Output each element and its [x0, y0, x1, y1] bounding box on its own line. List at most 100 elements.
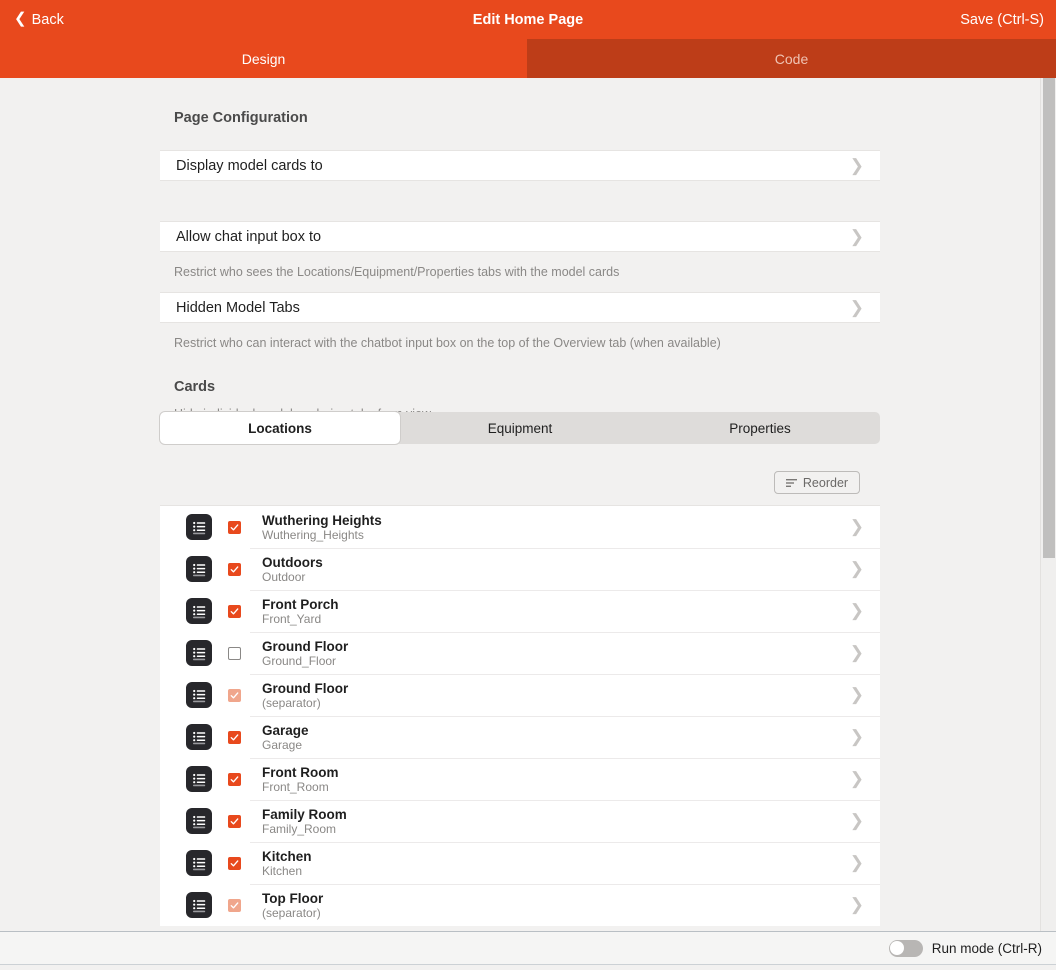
card-text: Front PorchFront_Yard	[262, 597, 339, 626]
chevron-right-icon: ❯	[850, 298, 864, 318]
tab-locations[interactable]: Locations	[160, 412, 400, 444]
save-button[interactable]: Save (Ctrl-S)	[960, 0, 1044, 39]
reorder-button-label: Reorder	[803, 476, 848, 490]
list-card-icon	[186, 556, 212, 582]
row-separator	[250, 758, 880, 759]
row-separator	[250, 674, 880, 675]
title-bar: Edit Home Page ❮ Back Save (Ctrl-S)	[0, 0, 1056, 39]
config-row-label: Hidden Model Tabs	[176, 300, 300, 316]
chevron-right-icon: ❯	[850, 811, 864, 831]
card-list-row[interactable]: Front PorchFront_Yard ❯	[160, 590, 880, 632]
row-separator	[250, 716, 880, 717]
card-list-row[interactable]: OutdoorsOutdoor ❯	[160, 548, 880, 590]
page-configuration-heading: Page Configuration	[174, 110, 308, 126]
list-card-icon	[186, 850, 212, 876]
card-list-row[interactable]: Top Floor(separator)❯	[160, 884, 880, 926]
card-subtitle: Outdoor	[262, 570, 323, 584]
card-subtitle: Front_Room	[262, 780, 339, 794]
list-card-icon	[186, 514, 212, 540]
list-card-icon	[186, 682, 212, 708]
chevron-right-icon: ❯	[850, 517, 864, 537]
card-subtitle: Wuthering_Heights	[262, 528, 382, 542]
card-subtitle: Front_Yard	[262, 612, 339, 626]
row-separator	[250, 548, 880, 549]
card-subtitle: Kitchen	[262, 864, 312, 878]
card-list-row[interactable]: GarageGarage❯	[160, 716, 880, 758]
card-visibility-checkbox[interactable]	[228, 899, 241, 912]
card-text: Ground FloorGround_Floor	[262, 639, 348, 668]
card-visibility-checkbox[interactable]	[228, 521, 241, 534]
scrollbar-thumb[interactable]	[1043, 78, 1055, 558]
back-button[interactable]: ❮ Back	[14, 0, 64, 39]
content-scroll-area: Page Configuration Display model cards t…	[0, 78, 1040, 931]
config-row-display-model-cards[interactable]: Display model cards to ❯	[160, 150, 880, 181]
card-title: Ground Floor	[262, 639, 348, 654]
config-row-allow-chat-input[interactable]: Allow chat input box to ❯	[160, 221, 880, 252]
config-row-hidden-model-tabs[interactable]: Hidden Model Tabs ❯	[160, 292, 880, 323]
card-list-row[interactable]: Family RoomFamily_Room ❯	[160, 800, 880, 842]
list-card-icon	[186, 724, 212, 750]
cards-heading: Cards	[174, 379, 215, 395]
back-button-label: Back	[32, 12, 64, 28]
card-list-row[interactable]: KitchenKitchen❯	[160, 842, 880, 884]
card-text: Wuthering HeightsWuthering_Heights	[262, 513, 382, 542]
reorder-button[interactable]: Reorder	[774, 471, 860, 494]
chevron-left-icon: ❮	[14, 11, 27, 26]
card-text: GarageGarage	[262, 723, 309, 752]
card-visibility-checkbox[interactable]	[228, 731, 241, 744]
tab-properties[interactable]: Properties	[640, 412, 880, 444]
chevron-right-icon: ❯	[850, 559, 864, 579]
run-mode-toggle[interactable]	[889, 940, 923, 957]
card-title: Top Floor	[262, 891, 323, 906]
tab-equipment[interactable]: Equipment	[400, 412, 640, 444]
app-window: Edit Home Page ❮ Back Save (Ctrl-S) Desi…	[0, 0, 1056, 970]
run-mode-label: Run mode (Ctrl-R)	[932, 941, 1042, 956]
card-list-row[interactable]: Wuthering HeightsWuthering_Heights ❯	[160, 506, 880, 548]
config-help-allow-chat-input: Restrict who can interact with the chatb…	[174, 336, 721, 350]
card-title: Kitchen	[262, 849, 312, 864]
chevron-right-icon: ❯	[850, 643, 864, 663]
card-visibility-checkbox[interactable]	[228, 605, 241, 618]
card-visibility-checkbox[interactable]	[228, 815, 241, 828]
card-list-row[interactable]: Front RoomFront_Room ❯	[160, 758, 880, 800]
list-card-icon	[186, 640, 212, 666]
card-list-row[interactable]: Ground Floor(separator)❯	[160, 674, 880, 716]
list-card-icon	[186, 598, 212, 624]
row-separator	[250, 800, 880, 801]
status-bar: Run mode (Ctrl-R)	[0, 931, 1056, 965]
card-visibility-checkbox[interactable]	[228, 563, 241, 576]
card-text: Front RoomFront_Room	[262, 765, 339, 794]
page-title: Edit Home Page	[0, 0, 1056, 39]
card-title: Family Room	[262, 807, 347, 822]
card-text: Top Floor(separator)	[262, 891, 323, 920]
card-title: Outdoors	[262, 555, 323, 570]
card-list-row[interactable]: Ground FloorGround_Floor ❯	[160, 632, 880, 674]
list-card-icon	[186, 766, 212, 792]
tab-code[interactable]: Code	[527, 39, 1056, 78]
vertical-scrollbar[interactable]	[1040, 78, 1056, 931]
row-separator	[250, 632, 880, 633]
card-subtitle: Family_Room	[262, 822, 347, 836]
tab-design[interactable]: Design	[0, 39, 527, 78]
list-card-icon	[186, 808, 212, 834]
config-row-label: Allow chat input box to	[176, 229, 321, 245]
row-separator	[250, 842, 880, 843]
card-title: Front Porch	[262, 597, 339, 612]
card-visibility-checkbox[interactable]	[228, 647, 241, 660]
card-visibility-checkbox[interactable]	[228, 773, 241, 786]
chevron-right-icon: ❯	[850, 601, 864, 621]
card-text: OutdoorsOutdoor	[262, 555, 323, 584]
card-subtitle: (separator)	[262, 906, 323, 920]
card-subtitle: Ground_Floor	[262, 654, 348, 668]
chevron-right-icon: ❯	[850, 769, 864, 789]
chevron-right-icon: ❯	[850, 227, 864, 247]
card-visibility-checkbox[interactable]	[228, 689, 241, 702]
card-subtitle: (separator)	[262, 696, 348, 710]
reorder-lines-icon	[786, 478, 798, 488]
card-visibility-checkbox[interactable]	[228, 857, 241, 870]
card-text: Family RoomFamily_Room	[262, 807, 347, 836]
config-help-display-model-cards: Restrict who sees the Locations/Equipmen…	[174, 265, 619, 279]
row-separator	[250, 884, 880, 885]
window-bottom-strip	[0, 966, 1056, 970]
toggle-knob	[890, 941, 904, 955]
